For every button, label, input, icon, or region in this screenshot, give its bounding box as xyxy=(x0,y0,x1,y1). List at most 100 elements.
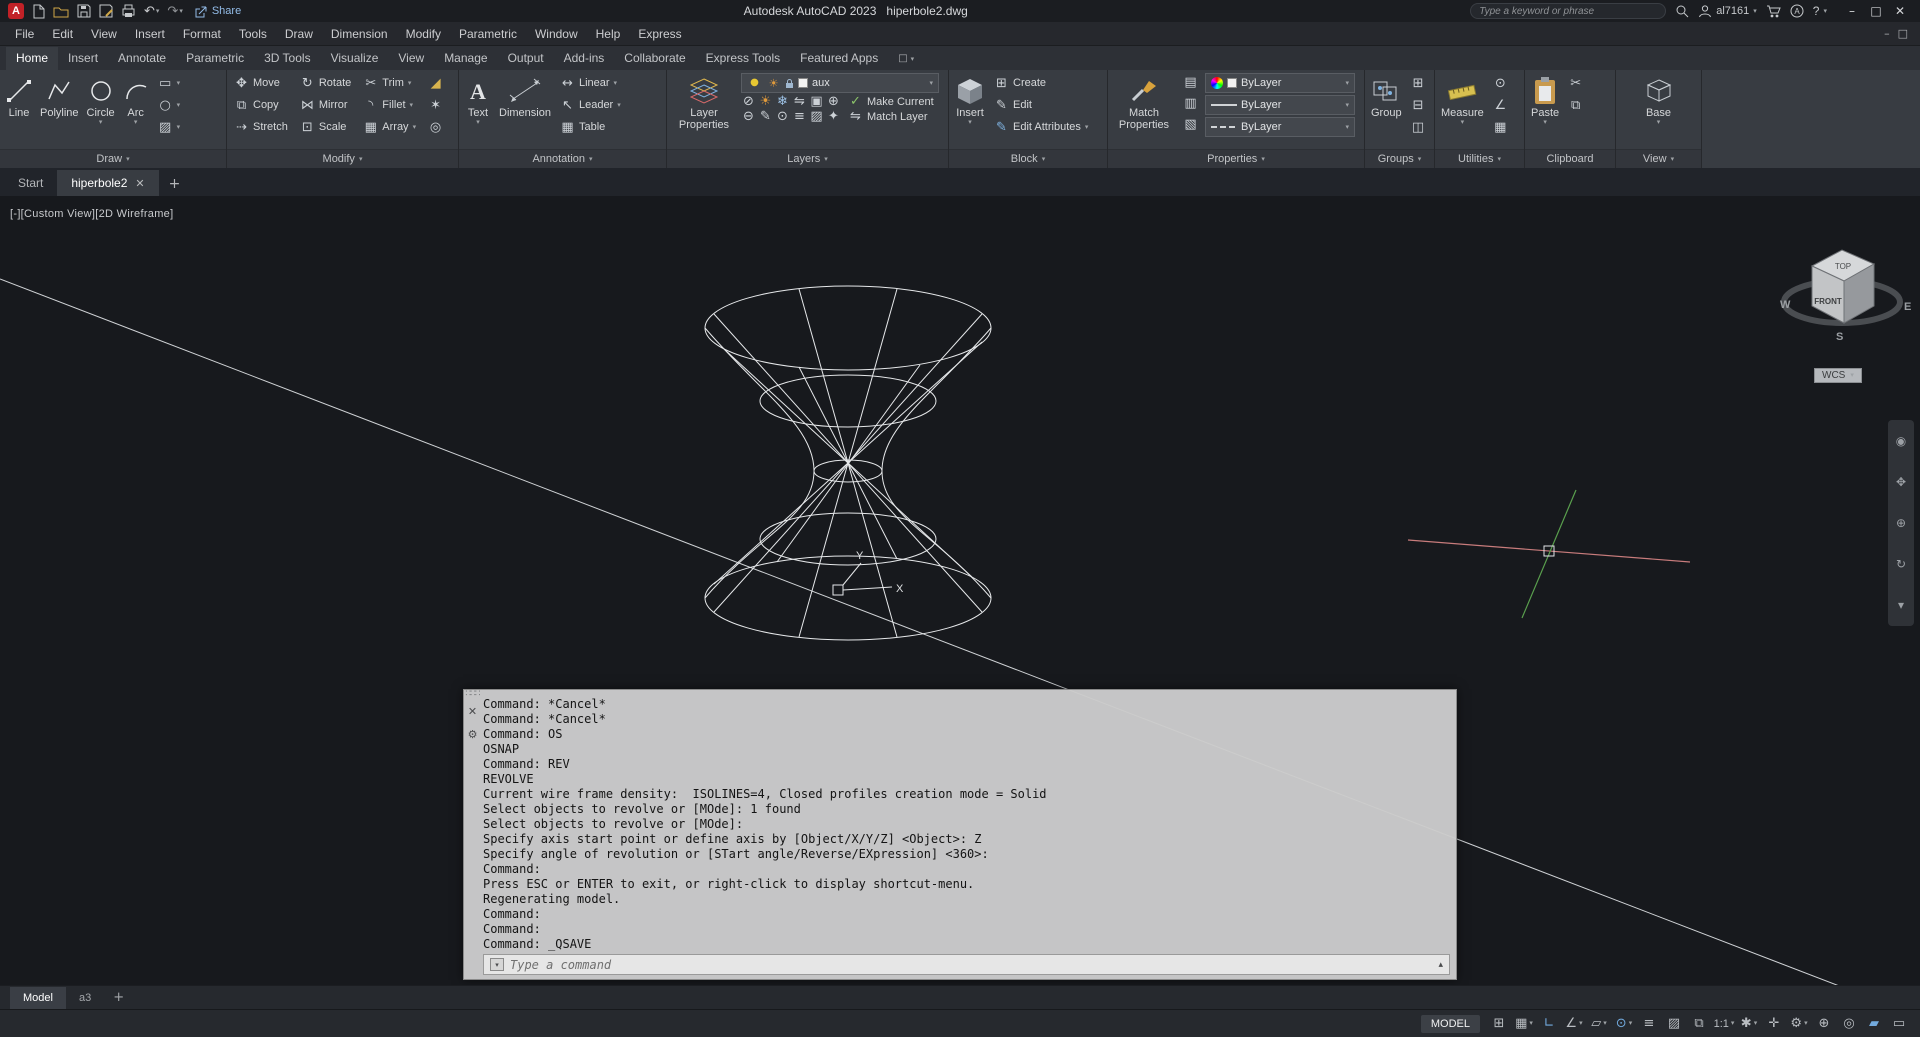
group-button[interactable]: Group xyxy=(1369,72,1404,149)
viewcube[interactable]: W S E TOP FRONT xyxy=(1772,220,1920,370)
autoscale-button[interactable]: ✛ xyxy=(1763,1014,1785,1034)
layer-edit-icon[interactable]: ✎ xyxy=(758,110,773,123)
menu-format[interactable]: Format xyxy=(174,24,230,44)
minimize-button[interactable]: – xyxy=(1840,4,1864,18)
groups-panel-label[interactable]: Groups ▾ xyxy=(1365,149,1434,168)
new-layout-button[interactable]: + xyxy=(104,990,133,1005)
ribbon-tab-visualize[interactable]: Visualize xyxy=(321,47,389,70)
layer-fade-icon[interactable]: ✦ xyxy=(826,110,841,123)
group-edit-button[interactable]: ⊞ xyxy=(1408,72,1429,94)
account-menu[interactable]: al7161 ▾ xyxy=(1698,4,1757,18)
stretch-button[interactable]: ⇢ Stretch xyxy=(231,116,291,138)
help-menu[interactable]: ? ▾ xyxy=(1813,4,1827,18)
snap-mode-button[interactable]: ▦ ▾ xyxy=(1513,1014,1535,1034)
layer-freeze-icon[interactable]: ❄ xyxy=(775,95,790,108)
command-history-expand-icon[interactable]: ▴ xyxy=(1438,960,1443,970)
menu-view[interactable]: View xyxy=(82,24,126,44)
maximize-button[interactable]: □ xyxy=(1864,4,1888,18)
navigation-wheel-icon[interactable]: ◉ xyxy=(1894,435,1909,447)
linetype-list-icon[interactable]: ▧ xyxy=(1180,114,1201,135)
table-button[interactable]: ▦ Table xyxy=(557,116,624,138)
navbar-more-icon[interactable]: ▾ xyxy=(1894,599,1909,611)
doc-minimize-icon[interactable]: – xyxy=(1884,28,1890,39)
modify-panel-label[interactable]: Modify ▾ xyxy=(227,149,458,168)
save-button[interactable] xyxy=(77,4,91,18)
ellipse-button[interactable]: ○ ▾ xyxy=(155,94,184,116)
polar-tracking-button[interactable]: ∠ ▾ xyxy=(1563,1014,1585,1034)
layer-thaw-all-icon[interactable]: ☀ xyxy=(758,95,773,108)
annotation-scale-button[interactable]: 1:1 ▾ xyxy=(1713,1014,1735,1034)
trim-button[interactable]: ✂ Trim ▾ xyxy=(360,72,419,94)
scale-button[interactable]: ⊡ Scale xyxy=(297,116,354,138)
polyline-button[interactable]: Polyline xyxy=(38,72,81,149)
properties-panel-label[interactable]: Properties ▾ xyxy=(1108,149,1364,168)
orbit-icon[interactable]: ↻ xyxy=(1894,558,1909,570)
ribbon-tab-insert[interactable]: Insert xyxy=(58,47,108,70)
pan-icon[interactable]: ✥ xyxy=(1894,476,1909,488)
plot-button[interactable] xyxy=(121,4,136,18)
menu-draw[interactable]: Draw xyxy=(276,24,322,44)
save-as-button[interactable] xyxy=(99,4,113,18)
move-button[interactable]: ✥ Move xyxy=(231,72,291,94)
rotate-button[interactable]: ↻ Rotate xyxy=(297,72,354,94)
block-panel-label[interactable]: Block ▾ xyxy=(949,149,1107,168)
graphics-performance-button[interactable]: ▰ xyxy=(1863,1014,1885,1034)
menu-help[interactable]: Help xyxy=(587,24,630,44)
group-selection-button[interactable]: ◫ xyxy=(1408,116,1429,138)
menu-file[interactable]: File xyxy=(6,24,43,44)
ungroup-button[interactable]: ⊟ xyxy=(1408,94,1429,116)
layer-properties-button[interactable]: Layer Properties xyxy=(671,72,737,149)
tab-close-icon[interactable]: ✕ xyxy=(135,177,144,190)
command-customize-icon[interactable]: ⚙ xyxy=(468,728,478,741)
id-point-button[interactable]: ⊙ xyxy=(1490,72,1511,94)
ribbon-tab-home[interactable]: Home xyxy=(6,47,59,70)
quick-select-button[interactable]: ▦ xyxy=(1490,116,1511,138)
layer-lock-toggle-icon[interactable]: ▣ xyxy=(809,95,824,108)
menu-tools[interactable]: Tools xyxy=(230,24,276,44)
object-color-select[interactable]: ByLayer ▾ xyxy=(1205,73,1355,93)
new-drawing-tab-button[interactable]: + xyxy=(159,172,191,196)
command-window-grip[interactable]: ∷∷∷ xyxy=(465,690,480,699)
undo-button[interactable]: ↶ ▾ xyxy=(144,5,159,18)
rectangle-button[interactable]: ▭ ▾ xyxy=(155,72,184,94)
layer-unisolate-icon[interactable]: ⊙ xyxy=(775,110,790,123)
command-input[interactable] xyxy=(510,957,1433,972)
command-close-icon[interactable]: ✕ xyxy=(468,705,477,718)
lineweight-select[interactable]: ByLayer ▾ xyxy=(1205,95,1355,115)
workspace-switching-button[interactable]: ⚙ ▾ xyxy=(1788,1014,1810,1034)
app-store-button[interactable] xyxy=(1766,4,1781,18)
ribbon-tab-annotate[interactable]: Annotate xyxy=(108,47,176,70)
lineweight-list-icon[interactable]: ▥ xyxy=(1180,93,1201,114)
menu-insert[interactable]: Insert xyxy=(126,24,174,44)
base-view-button[interactable]: Base ▾ xyxy=(1642,72,1676,149)
edit-attributes-button[interactable]: ✎ Edit Attributes ▾ xyxy=(991,116,1091,138)
cut-clip-button[interactable]: ✂ xyxy=(1565,72,1586,94)
erase-button[interactable]: ◢ xyxy=(425,72,446,94)
layout-tab-a3[interactable]: a3 xyxy=(66,987,104,1009)
ribbon-tab-parametric[interactable]: Parametric xyxy=(176,47,254,70)
clipboard-panel-label[interactable]: Clipboard xyxy=(1525,149,1615,168)
paste-button[interactable]: Paste ▾ xyxy=(1529,72,1561,149)
ribbon-tab-add-ins[interactable]: Add-ins xyxy=(554,47,615,70)
match-layer-button[interactable]: ⇋ Match Layer xyxy=(845,110,931,123)
layout-tab-model[interactable]: Model xyxy=(10,986,66,1009)
copy-clip-button[interactable]: ⧉ xyxy=(1565,94,1586,116)
clean-screen-button[interactable]: ▭ xyxy=(1888,1014,1910,1034)
ribbon-tab-manage[interactable]: Manage xyxy=(434,47,497,70)
linear-button[interactable]: ↔ Linear ▾ xyxy=(557,72,624,94)
file-tab-start[interactable]: Start xyxy=(4,170,57,196)
share-button[interactable]: Share xyxy=(195,5,241,18)
zoom-icon[interactable]: ⊕ xyxy=(1894,517,1909,529)
leader-button[interactable]: ↖ Leader ▾ xyxy=(557,94,624,116)
hatch-button[interactable]: ▨ ▾ xyxy=(155,116,184,138)
search-input[interactable] xyxy=(1479,5,1658,17)
line-button[interactable]: Line xyxy=(4,72,34,149)
arc-button[interactable]: Arc ▾ xyxy=(121,72,151,149)
ribbon-tab-express-tools[interactable]: Express Tools xyxy=(696,47,790,70)
create-block-button[interactable]: ⊞ Create xyxy=(991,72,1091,94)
measure-button[interactable]: Measure ▾ xyxy=(1439,72,1486,149)
object-snap-button[interactable]: ⊙ ▾ xyxy=(1613,1014,1635,1034)
annotation-panel-label[interactable]: Annotation ▾ xyxy=(459,149,666,168)
layer-merge-icon[interactable]: ⊕ xyxy=(826,95,841,108)
model-space-button[interactable]: MODEL xyxy=(1420,1014,1480,1033)
